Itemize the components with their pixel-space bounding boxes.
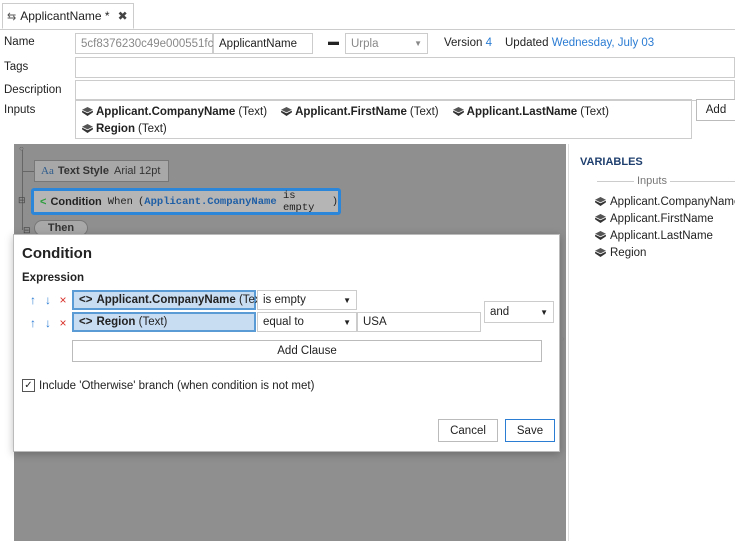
condition-node[interactable]: < Condition When ( Applicant.CompanyName… xyxy=(31,188,341,215)
input-chip[interactable]: Applicant.LastName (Text) xyxy=(452,103,609,120)
collapse-icon[interactable]: ⊟ xyxy=(18,195,26,206)
tags-label: Tags xyxy=(4,61,29,73)
condition-node-label: Condition xyxy=(50,195,102,208)
folder-value: Urpla xyxy=(351,37,379,50)
move-up-icon[interactable]: ↑ xyxy=(27,293,39,307)
tags-input[interactable] xyxy=(75,57,735,78)
tab-title: ApplicantName * xyxy=(20,9,110,23)
add-input-button[interactable]: Add xyxy=(696,99,735,121)
input-chip[interactable]: Region (Text) xyxy=(82,120,167,137)
branch-icon: < xyxy=(40,195,47,208)
cube-icon xyxy=(595,214,606,223)
cube-icon xyxy=(281,107,292,116)
variable-item[interactable]: Applicant.CompanyName xyxy=(595,193,735,210)
close-icon[interactable]: ✖ xyxy=(118,9,128,23)
flow-icon: ⇆ xyxy=(7,10,17,23)
clause-value-input[interactable]: USA xyxy=(357,312,481,332)
cube-icon xyxy=(452,107,464,116)
cube-icon xyxy=(82,107,93,116)
condition-op: is empty xyxy=(282,189,315,214)
inputs-label: Inputs xyxy=(4,104,36,116)
condition-when: When xyxy=(107,195,133,208)
updated-info: Updated Wednesday, July 03 xyxy=(505,37,654,49)
start-node-icon: ○ xyxy=(19,144,24,153)
move-down-icon[interactable]: ↓ xyxy=(42,316,54,330)
name-label: Name xyxy=(4,36,35,48)
cube-icon xyxy=(82,124,93,133)
cube-icon xyxy=(595,197,606,206)
delete-clause-icon[interactable]: × xyxy=(57,293,69,307)
description-label: Description xyxy=(4,84,62,96)
name-input[interactable]: ApplicantName xyxy=(213,33,313,54)
folder-select[interactable]: Urpla ▼ xyxy=(345,33,428,54)
chevron-down-icon: ▼ xyxy=(343,317,351,327)
inputs-list: Applicant.CompanyName (Text) Applicant.Fi… xyxy=(75,99,692,139)
description-input[interactable] xyxy=(75,80,735,101)
clause-variable-field[interactable]: <> Applicant.CompanyName (Text) xyxy=(72,290,268,310)
variable-item[interactable]: Region xyxy=(595,244,735,261)
version-value: 4 xyxy=(485,37,492,49)
id-field: 5cf8376230c49e000551fcf6 xyxy=(75,33,223,54)
variable-item[interactable]: Applicant.FirstName xyxy=(595,210,735,227)
move-down-icon[interactable]: ↓ xyxy=(42,293,54,307)
clause-operator-select[interactable]: is empty ▼ xyxy=(257,290,357,310)
variables-list: Applicant.CompanyName Applicant.FirstNam… xyxy=(595,193,735,261)
cube-icon xyxy=(595,231,606,240)
text-style-value: Arial 12pt xyxy=(113,165,161,177)
expression-label: Expression xyxy=(22,272,84,284)
code-icon: <> xyxy=(79,294,93,306)
otherwise-option[interactable]: ✓ Include 'Otherwise' branch (when condi… xyxy=(22,379,314,392)
clause-operator-select[interactable]: equal to ▼ xyxy=(257,312,357,332)
code-icon: <> xyxy=(79,316,93,328)
text-style-label: Text Style xyxy=(57,165,109,177)
version-label: Version xyxy=(444,37,483,49)
flow-line xyxy=(22,150,23,230)
inputs-group-label: Inputs xyxy=(634,175,670,187)
chevron-down-icon: ▼ xyxy=(414,39,422,48)
delete-clause-icon[interactable]: × xyxy=(57,316,69,330)
version-info: Version 4 xyxy=(444,37,492,49)
input-chip[interactable]: Applicant.FirstName (Text) xyxy=(281,103,439,120)
tab-bar: ⇆ ApplicantName * ✖ xyxy=(0,0,735,30)
updated-label: Updated xyxy=(505,37,549,49)
cube-icon xyxy=(595,248,606,257)
tab-applicant-name[interactable]: ⇆ ApplicantName * ✖ xyxy=(2,3,134,29)
condition-dialog: Condition Expression ↑ ↓ × <> Applicant.… xyxy=(13,234,560,452)
variable-item[interactable]: Applicant.LastName xyxy=(595,227,735,244)
move-up-icon[interactable]: ↑ xyxy=(27,316,39,330)
save-button[interactable]: Save xyxy=(505,419,555,442)
cancel-button[interactable]: Cancel xyxy=(438,419,498,442)
flow-connector xyxy=(22,171,34,172)
input-chip[interactable]: Applicant.CompanyName (Text) xyxy=(82,103,267,120)
splitter-handle[interactable]: › xyxy=(562,334,565,343)
font-icon: Aa xyxy=(41,165,54,177)
add-clause-button[interactable]: Add Clause xyxy=(72,340,542,362)
chevron-down-icon: ▼ xyxy=(540,307,548,317)
updated-value: Wednesday, July 03 xyxy=(551,37,655,49)
folder-icon: ▬ xyxy=(328,36,339,48)
checkbox-checked-icon[interactable]: ✓ xyxy=(22,379,35,392)
joiner-select[interactable]: and ▼ xyxy=(484,301,554,323)
chevron-down-icon: ▼ xyxy=(343,295,351,305)
variables-title: VARIABLES xyxy=(580,156,643,168)
clause-variable-field[interactable]: <> Region (Text) xyxy=(72,312,256,332)
text-style-node[interactable]: Aa Text Style Arial 12pt xyxy=(34,160,169,182)
condition-var: Applicant.CompanyName xyxy=(144,195,277,208)
dialog-title: Condition xyxy=(22,245,92,262)
otherwise-label: Include 'Otherwise' branch (when conditi… xyxy=(39,379,315,392)
